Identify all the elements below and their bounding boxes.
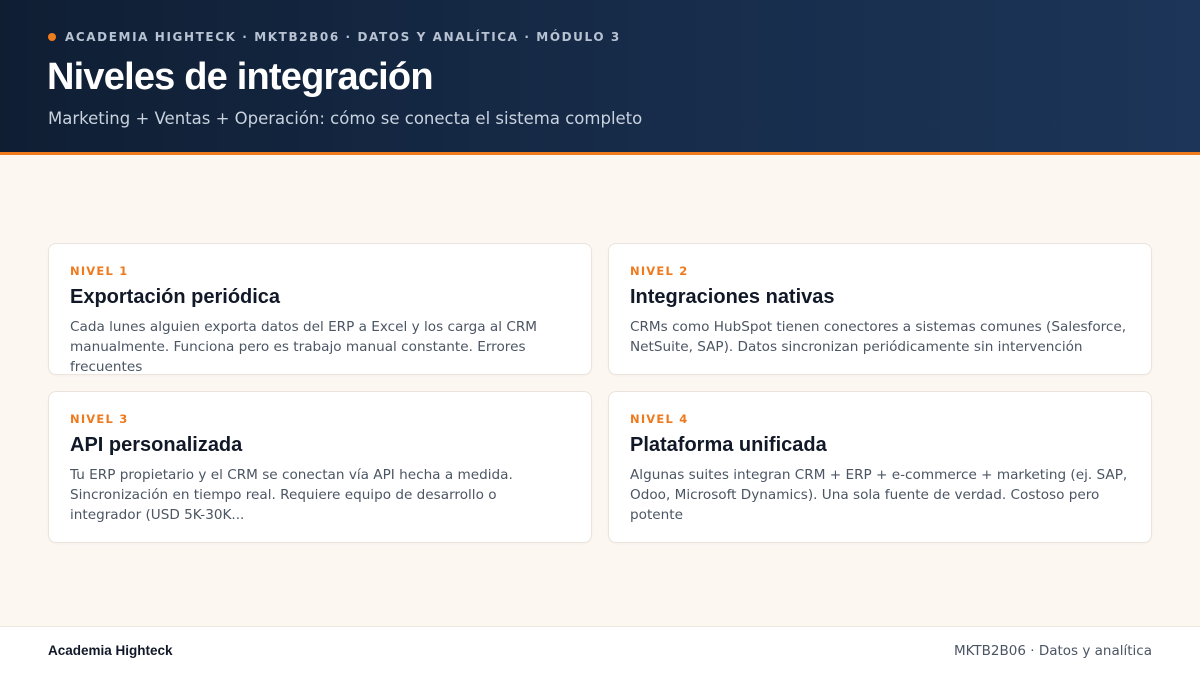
page-title: Niveles de integración <box>47 56 434 98</box>
level-card-4: NIVEL 4 Plataforma unificada Algunas sui… <box>608 391 1152 543</box>
level-label: NIVEL 1 <box>70 264 129 278</box>
level-description: Tu ERP propietario y el CRM se conectan … <box>70 467 513 523</box>
level-label: NIVEL 4 <box>630 412 689 426</box>
eyebrow-text: ACADEMIA HIGHTECK · MKTB2B06 · DATOS Y A… <box>65 30 621 44</box>
level-title: API personalizada <box>70 434 243 456</box>
levels-grid: NIVEL 1 Exportación periódica Cada lunes… <box>48 243 1152 543</box>
level-label: NIVEL 2 <box>630 264 689 278</box>
level-description: Algunas suites integran CRM + ERP + e-co… <box>630 467 1128 523</box>
eyebrow: ACADEMIA HIGHTECK · MKTB2B06 · DATOS Y A… <box>48 30 621 44</box>
level-description: Cada lunes alguien exporta datos del ERP… <box>70 319 538 375</box>
accent-dot-icon <box>48 33 56 41</box>
level-description: CRMs como HubSpot tienen conectores a si… <box>630 319 1127 355</box>
level-card-2: NIVEL 2 Integraciones nativas CRMs como … <box>608 243 1152 375</box>
slide-header: ACADEMIA HIGHTECK · MKTB2B06 · DATOS Y A… <box>0 0 1200 155</box>
footer-course: MKTB2B06 · Datos y analítica <box>953 643 1152 659</box>
level-card-3: NIVEL 3 API personalizada Tu ERP propiet… <box>48 391 592 543</box>
level-label: NIVEL 3 <box>70 412 129 426</box>
level-title: Exportación periódica <box>70 286 281 308</box>
footer-brand: Academia Highteck <box>48 643 173 658</box>
level-title: Plataforma unificada <box>630 434 827 456</box>
level-title: Integraciones nativas <box>630 286 835 308</box>
page-subtitle: Marketing + Ventas + Operación: cómo se … <box>48 109 643 128</box>
level-card-1: NIVEL 1 Exportación periódica Cada lunes… <box>48 243 592 375</box>
slide-footer: Academia Highteck MKTB2B06 · Datos y ana… <box>0 626 1200 675</box>
